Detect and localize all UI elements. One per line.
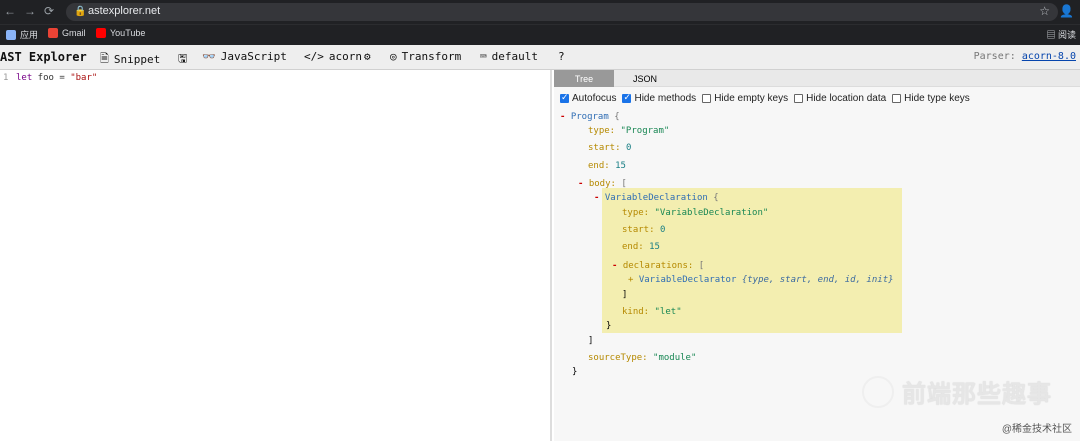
bookmark-star-icon[interactable]: ☆	[1039, 4, 1050, 18]
line-number: 1	[3, 73, 9, 83]
tree-node-variable-declaration[interactable]: - VariableDeclaration {	[594, 193, 719, 203]
bookmarks-bar: 应用 Gmail YouTube ▤ 阅读	[0, 24, 1080, 45]
tree-node-program[interactable]: - Program {	[560, 112, 620, 122]
tree-prop-source-type: sourceType: "module"	[588, 353, 697, 363]
expand-icon[interactable]: +	[628, 275, 633, 285]
hide-methods-checkbox[interactable]	[622, 92, 632, 103]
help-button[interactable]: ?	[558, 50, 565, 63]
parser-version-link[interactable]: acorn-8.0	[1022, 51, 1076, 62]
lock-icon: 🔒	[74, 6, 87, 17]
collapse-icon[interactable]: -	[612, 261, 617, 271]
parser-select[interactable]: </> acorn	[304, 50, 362, 63]
tree-prop-kind: kind: "let"	[622, 307, 682, 317]
code-string: "bar"	[70, 73, 98, 83]
tree-brace-close: }	[572, 367, 578, 377]
back-icon[interactable]: ←	[4, 4, 16, 18]
hide-empty-keys-checkbox[interactable]	[702, 94, 712, 103]
keyboard-icon: ⌨	[480, 50, 487, 63]
tree-bracket-close: ]	[622, 290, 628, 300]
browser-titlebar: ← → ⟳ 🔒 astexplorer.net ☆ 👤	[0, 0, 1080, 24]
apps-icon	[6, 29, 16, 40]
wechat-watermark: 前端那些趣事	[862, 374, 1052, 409]
gmail-icon	[48, 28, 58, 38]
tab-json[interactable]: JSON	[614, 70, 676, 87]
youtube-icon	[96, 28, 106, 38]
tree-prop-body[interactable]: - body: [	[578, 179, 627, 189]
url-text[interactable]: astexplorer.net	[88, 5, 160, 17]
reload-icon[interactable]: ⟳	[44, 4, 54, 18]
output-tabs: Tree JSON	[554, 70, 1080, 87]
save-icon: 🖫	[178, 52, 188, 65]
collapse-icon[interactable]: -	[594, 193, 599, 203]
tree-options: Autofocus Hide methods Hide empty keys H…	[560, 92, 970, 104]
transform-button[interactable]: ◎ Transform	[390, 50, 461, 63]
watermark-text: 前端那些趣事	[902, 381, 1052, 408]
tree-prop-start: start: 0	[622, 225, 666, 235]
option-hide-empty-keys[interactable]: Hide empty keys	[702, 93, 788, 104]
tree-prop-end: end: 15	[588, 161, 626, 171]
code-keyword: let	[16, 73, 33, 83]
keymap-select[interactable]: ⌨ default	[480, 50, 538, 63]
forward-icon[interactable]: →	[24, 4, 36, 18]
bookmark-apps[interactable]: 应用	[6, 28, 38, 41]
bookmark-youtube[interactable]: YouTube	[96, 28, 145, 38]
hide-type-keys-checkbox[interactable]	[892, 94, 902, 103]
language-select[interactable]: 👓 JavaScript	[202, 50, 287, 63]
parser-info: Parser: acorn-8.0	[973, 51, 1076, 62]
option-hide-location-data[interactable]: Hide location data	[794, 93, 886, 104]
code-icon: </>	[304, 50, 324, 63]
collapse-icon[interactable]: -	[578, 179, 583, 189]
tree-prop-end: end: 15	[622, 242, 660, 252]
nav-controls: ← → ⟳	[4, 4, 54, 18]
tree-node-variable-declarator[interactable]: + VariableDeclarator {type, start, end, …	[628, 275, 894, 285]
option-hide-methods[interactable]: Hide methods	[622, 92, 696, 104]
code-ident: foo =	[32, 73, 71, 83]
ast-toolbar: AST Explorer 🗎 Snippet 🖫 👓 JavaScript </…	[0, 45, 1080, 70]
address-bar[interactable]: 🔒 astexplorer.net ☆	[66, 3, 1058, 21]
hide-location-data-checkbox[interactable]	[794, 94, 804, 103]
code-editor[interactable]: 1 let foo = "bar"	[0, 70, 552, 441]
gear-icon: ⚙	[364, 50, 371, 63]
option-autofocus[interactable]: Autofocus	[560, 92, 616, 104]
wechat-logo-icon	[862, 375, 894, 408]
option-hide-type-keys[interactable]: Hide type keys	[892, 93, 970, 104]
tree-prop-type: type: "VariableDeclaration"	[622, 208, 769, 218]
tree-bracket-close: ]	[588, 336, 594, 346]
collapse-icon[interactable]: -	[560, 112, 565, 122]
tab-tree[interactable]: Tree	[554, 70, 614, 87]
reading-list-icon: ▤	[1046, 30, 1056, 40]
autofocus-checkbox[interactable]	[560, 92, 569, 103]
reading-list[interactable]: ▤ 阅读	[1046, 28, 1076, 41]
tree-prop-type: type: "Program"	[588, 126, 670, 136]
watermark-credit: @稀金技术社区	[1001, 424, 1072, 435]
snippet-button[interactable]: 🗎 Snippet	[100, 50, 160, 69]
tree-brace-close: }	[606, 321, 612, 331]
parser-settings-button[interactable]: ⚙	[364, 50, 371, 63]
profile-icon[interactable]: 👤	[1059, 4, 1074, 18]
tree-prop-declarations[interactable]: - declarations: [	[612, 261, 704, 271]
save-button[interactable]: 🖫	[178, 50, 187, 69]
bookmark-gmail[interactable]: Gmail	[48, 28, 86, 38]
app-title: AST Explorer	[0, 50, 87, 64]
help-icon: ?	[558, 50, 565, 63]
toggle-icon: ◎	[390, 50, 397, 63]
code-line[interactable]: let foo = "bar"	[16, 73, 97, 83]
glasses-icon: 👓	[202, 50, 216, 63]
code-file-icon: 🗎	[100, 52, 109, 65]
tree-prop-start: start: 0	[588, 143, 632, 153]
